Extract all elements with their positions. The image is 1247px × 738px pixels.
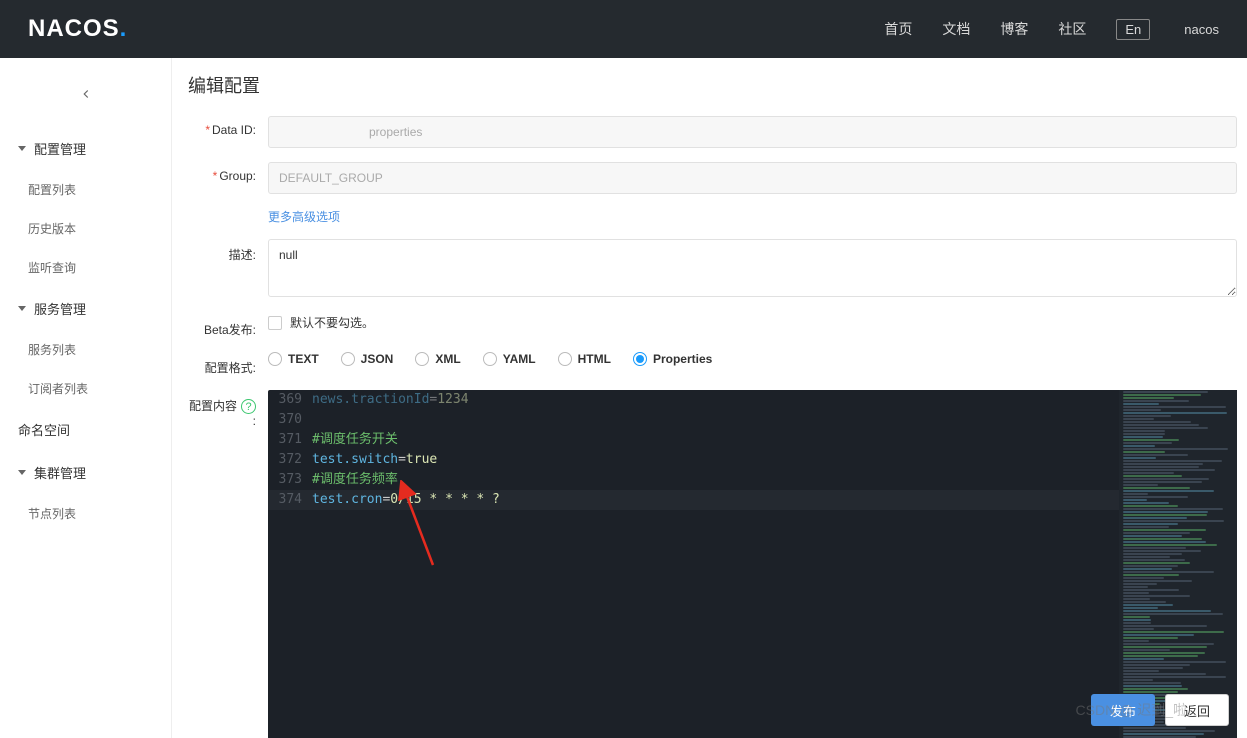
label-data-id: *Data ID:	[184, 116, 268, 137]
menu-title-cluster-label: 集群管理	[34, 463, 86, 482]
menu-title-service-label: 服务管理	[34, 299, 86, 318]
format-html[interactable]: HTML	[558, 352, 611, 366]
sidebar-item-config-list[interactable]: 配置列表	[0, 170, 171, 209]
nav-blog[interactable]: 博客	[1000, 19, 1028, 39]
main-content: 编辑配置 *Data ID: *Group: 更多高级选项 描述: null	[172, 58, 1247, 738]
nav-home[interactable]: 首页	[884, 19, 912, 39]
label-desc: 描述:	[184, 239, 268, 263]
editor-line[interactable]: 374test.cron=0/15 * * * * ?	[268, 490, 1119, 510]
format-xml[interactable]: XML	[415, 352, 460, 366]
footer-buttons: 发布 返回	[1091, 694, 1229, 726]
chevron-left-icon	[79, 87, 93, 101]
sidebar-item-subscriber[interactable]: 订阅者列表	[0, 369, 171, 408]
sidebar-item-namespace-label: 命名空间	[18, 420, 70, 439]
page-title: 编辑配置	[184, 72, 1237, 98]
menu-title-cluster[interactable]: 集群管理	[0, 451, 171, 494]
caret-down-icon	[18, 470, 26, 475]
user-label[interactable]: nacos	[1184, 22, 1219, 37]
top-header: NACOS. 首页 文档 博客 社区 En nacos	[0, 0, 1247, 58]
sidebar-item-nodes[interactable]: 节点列表	[0, 494, 171, 533]
format-text[interactable]: TEXT	[268, 352, 319, 366]
logo: NACOS.	[28, 15, 127, 43]
desc-textarea[interactable]: null	[268, 239, 1237, 297]
menu-group-service: 服务管理 服务列表 订阅者列表	[0, 287, 171, 408]
sidebar-item-history[interactable]: 历史版本	[0, 209, 171, 248]
code-editor[interactable]: 369news.tractionId=1234370371#调度任务开关372t…	[268, 390, 1237, 738]
menu-group-config: 配置管理 配置列表 历史版本 监听查询	[0, 127, 171, 287]
sidebar-item-namespace[interactable]: 命名空间	[0, 408, 171, 451]
editor-line[interactable]: 373#调度任务频率	[268, 470, 1119, 490]
menu-title-config[interactable]: 配置管理	[0, 127, 171, 170]
sidebar-item-service-list[interactable]: 服务列表	[0, 330, 171, 369]
label-content: 配置内容? :	[184, 390, 268, 428]
group-input	[268, 162, 1237, 194]
sidebar: 配置管理 配置列表 历史版本 监听查询 服务管理 服务列表 订阅者列表 命名空间…	[0, 58, 172, 738]
nav-docs[interactable]: 文档	[942, 19, 970, 39]
editor-line[interactable]: 372test.switch=true	[268, 450, 1119, 470]
editor-line[interactable]: 370	[268, 410, 1119, 430]
publish-button[interactable]: 发布	[1091, 694, 1155, 726]
logo-text: NACOS	[28, 15, 120, 42]
data-id-input	[268, 116, 1237, 148]
menu-title-service[interactable]: 服务管理	[0, 287, 171, 330]
more-options-link[interactable]: 更多高级选项	[268, 210, 340, 224]
back-button[interactable]: 返回	[1165, 694, 1229, 726]
format-radio-group: TEXT JSON XML YAML HTML Properties	[268, 352, 1237, 366]
label-beta: Beta发布:	[184, 314, 268, 338]
lang-switch[interactable]: En	[1116, 19, 1150, 40]
help-icon[interactable]: ?	[241, 399, 256, 414]
editor-line[interactable]: 371#调度任务开关	[268, 430, 1119, 450]
editor-minimap[interactable]	[1119, 390, 1237, 738]
top-nav: 首页 文档 博客 社区 En nacos	[884, 19, 1219, 40]
caret-down-icon	[18, 146, 26, 151]
menu-title-config-label: 配置管理	[34, 139, 86, 158]
beta-checkbox[interactable]	[268, 316, 282, 330]
format-yaml[interactable]: YAML	[483, 352, 536, 366]
beta-hint: 默认不要勾选。	[290, 314, 374, 331]
editor-line[interactable]: 369news.tractionId=1234	[268, 390, 1119, 410]
sidebar-item-listen[interactable]: 监听查询	[0, 248, 171, 287]
format-json[interactable]: JSON	[341, 352, 394, 366]
caret-down-icon	[18, 306, 26, 311]
label-group: *Group:	[184, 162, 268, 183]
sidebar-collapse[interactable]	[0, 74, 171, 127]
label-format: 配置格式:	[184, 352, 268, 376]
nav-community[interactable]: 社区	[1058, 19, 1086, 39]
menu-group-cluster: 集群管理 节点列表	[0, 451, 171, 533]
format-properties[interactable]: Properties	[633, 352, 712, 366]
